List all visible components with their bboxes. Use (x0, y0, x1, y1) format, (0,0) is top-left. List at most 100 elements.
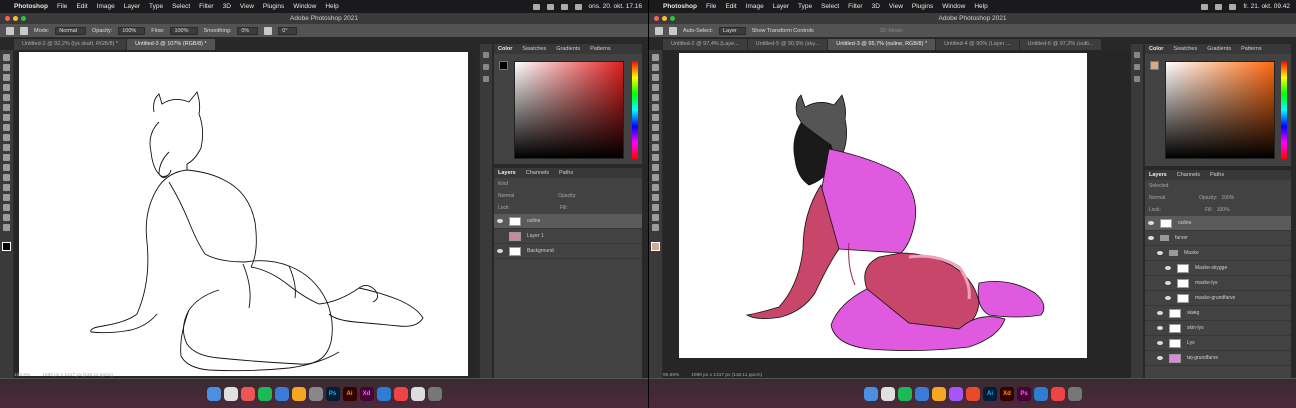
tab-swatches[interactable]: Swatches (1173, 44, 1197, 54)
eraser-tool-icon[interactable] (652, 144, 659, 151)
auto-select-target[interactable]: Layer (718, 26, 746, 35)
eye-icon[interactable] (1148, 236, 1154, 240)
color-field[interactable] (514, 61, 624, 159)
show-transform-checkbox[interactable]: Show Transform Controls (752, 28, 814, 34)
menu-view[interactable]: View (889, 3, 903, 10)
stamp-tool-icon[interactable] (652, 134, 659, 141)
adjustments-icon[interactable] (483, 76, 489, 82)
dodge-tool-icon[interactable] (3, 164, 10, 171)
kind-filter[interactable]: Kind (498, 181, 508, 187)
angle-field[interactable]: 0° (278, 26, 297, 35)
crop-tool-icon[interactable] (3, 94, 10, 101)
spotify-icon[interactable] (898, 386, 912, 401)
tab-layers[interactable]: Layers (1149, 170, 1167, 180)
eye-icon[interactable] (1157, 356, 1163, 360)
chrome-icon[interactable] (240, 386, 255, 401)
tab-patterns[interactable]: Patterns (590, 44, 610, 54)
marquee-tool-icon[interactable] (652, 64, 659, 71)
pen-tool-icon[interactable] (3, 174, 10, 181)
tab-untitled-6[interactable]: Untitled-6 @ 97,2% (outli... (1019, 39, 1103, 50)
zoom-icon[interactable] (670, 16, 675, 21)
healing-tool-icon[interactable] (3, 114, 10, 121)
layer-row[interactable]: ouline (1145, 216, 1291, 231)
document-canvas[interactable] (19, 52, 468, 376)
eye-icon[interactable] (1165, 266, 1171, 270)
firefox-icon[interactable] (932, 386, 946, 401)
eye-icon[interactable] (497, 249, 503, 253)
stamp-tool-icon[interactable] (3, 134, 10, 141)
tab-untitled-2[interactable]: Untitled-2 @ 97,4% (Laye... (663, 39, 748, 50)
kind-filter[interactable]: Selected (1149, 183, 1168, 189)
marquee-tool-icon[interactable] (3, 64, 10, 71)
filezilla-icon[interactable] (966, 386, 980, 401)
spotify-icon[interactable] (257, 386, 272, 401)
tab-untitled-3[interactable]: Untitled-3 @ 107% (RGB/8) * (127, 39, 216, 50)
tab-layers[interactable]: Layers (498, 168, 516, 178)
home-icon[interactable] (6, 26, 14, 35)
eye-icon[interactable] (1157, 311, 1163, 315)
app-icon[interactable] (410, 386, 425, 401)
hue-slider[interactable] (1281, 61, 1287, 159)
illustrator-icon[interactable]: Ai (342, 386, 357, 401)
xd-icon[interactable]: Xd (359, 386, 374, 401)
wifi-icon[interactable] (560, 3, 568, 10)
tab-untitled-5[interactable]: Untitled-5 @ 90,9% (sky... (747, 39, 829, 50)
menu-select[interactable]: Select (821, 3, 839, 10)
menu-app-name[interactable]: Photoshop (663, 3, 697, 10)
hand-tool-icon[interactable] (652, 214, 659, 221)
eye-icon[interactable] (1157, 326, 1163, 330)
menu-3d[interactable]: 3D (223, 3, 231, 10)
battery-icon[interactable] (546, 3, 554, 10)
minimize-icon[interactable] (13, 16, 18, 21)
move-tool-icon[interactable] (3, 54, 10, 61)
gradient-tool-icon[interactable] (652, 154, 659, 161)
layer-row[interactable]: Lys (1145, 336, 1291, 351)
trash-icon[interactable] (1068, 386, 1082, 401)
foreground-color-swatch[interactable] (2, 242, 11, 251)
layer-row[interactable]: ouline (494, 214, 642, 229)
color-field[interactable] (1165, 61, 1275, 159)
menu-clock[interactable]: fr. 21. okt. 09.42 (1243, 3, 1290, 10)
layer-row[interactable]: Background (494, 244, 642, 259)
gradient-tool-icon[interactable] (3, 154, 10, 161)
menu-layer[interactable]: Layer (124, 3, 140, 10)
auto-select-checkbox[interactable]: Auto-Select: (683, 28, 713, 34)
menu-plugins[interactable]: Plugins (263, 3, 284, 10)
eye-icon[interactable] (1157, 251, 1163, 255)
layer-row[interactable]: tøj-grundfarve (1145, 351, 1291, 366)
gear-icon[interactable] (264, 26, 273, 35)
vscode-icon[interactable] (1034, 386, 1048, 401)
properties-icon[interactable] (483, 64, 489, 70)
crop-tool-icon[interactable] (652, 94, 659, 101)
tab-paths[interactable]: Paths (559, 168, 573, 178)
eyedropper-tool-icon[interactable] (3, 104, 10, 111)
battery-icon[interactable] (1215, 3, 1223, 10)
menu-edit[interactable]: Edit (725, 3, 736, 10)
canvas-area[interactable] (663, 50, 1131, 380)
smoothing-field[interactable]: 0% (237, 26, 259, 35)
safari-icon[interactable] (274, 386, 289, 401)
menu-filter[interactable]: Filter (848, 3, 862, 10)
eraser-tool-icon[interactable] (3, 144, 10, 151)
menu-filter[interactable]: Filter (199, 3, 213, 10)
eye-icon[interactable] (1157, 341, 1163, 345)
menu-type[interactable]: Type (798, 3, 812, 10)
wifi-icon[interactable] (1229, 3, 1237, 10)
menu-image[interactable]: Image (746, 3, 764, 10)
trash-icon[interactable] (427, 386, 442, 401)
brush-icon[interactable] (20, 26, 28, 35)
tab-untitled-2[interactable]: Untitled-2 @ 92,2% (lys skaft, RGB/8) * (14, 39, 128, 50)
safari-icon[interactable] (915, 386, 929, 401)
tab-color[interactable]: Color (1149, 44, 1163, 54)
zoom-tool-icon[interactable] (652, 224, 659, 231)
menu-select[interactable]: Select (172, 3, 190, 10)
finder-icon[interactable] (864, 386, 878, 401)
app-icon[interactable] (949, 386, 963, 401)
menu-file[interactable]: File (706, 3, 716, 10)
xd-icon[interactable]: Ps (1017, 386, 1031, 401)
layer-row[interactable]: maske-grundfarve (1145, 291, 1291, 306)
tab-swatches[interactable]: Swatches (522, 44, 546, 54)
lasso-tool-icon[interactable] (652, 74, 659, 81)
menu-help[interactable]: Help (974, 3, 987, 10)
menu-clock[interactable]: ons. 20. okt. 17.16 (589, 3, 642, 10)
